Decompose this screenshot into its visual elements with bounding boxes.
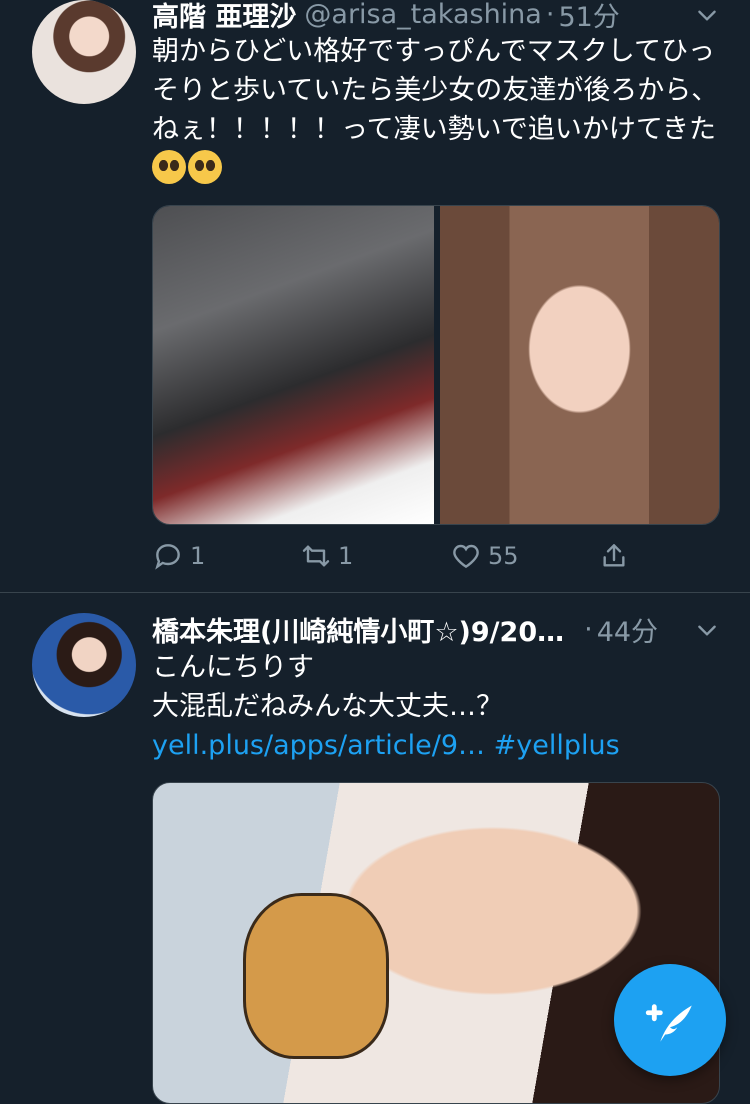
retweet-button[interactable]: 1 (300, 536, 353, 576)
tweet-text: こんにちりす 大混乱だねみんな大丈夫…？ yell.plus/apps/arti… (152, 648, 722, 765)
tweet-text: 朝からひどい格好ですっぴんでマスクしてひっそりと歩いていたら美少女の友達が後ろか… (152, 32, 722, 188)
pleading-face-emoji-icon (152, 150, 186, 184)
tweet-text-line: 大混乱だねみんな大丈夫…？ (152, 691, 503, 722)
chevron-down-icon[interactable] (694, 2, 720, 34)
chevron-down-icon[interactable] (694, 617, 720, 649)
timestamp[interactable]: 51分 (558, 0, 619, 34)
photo-escalator[interactable] (153, 206, 434, 524)
compose-tweet-button[interactable] (614, 964, 726, 1076)
share-button[interactable] (598, 536, 630, 576)
retweet-count: 1 (338, 542, 354, 570)
display-name[interactable]: 高階 亜理沙 (152, 0, 296, 34)
squirrel-keychain-image (243, 893, 389, 1059)
pleading-face-emoji-icon (188, 150, 222, 184)
display-name[interactable]: 橋本朱理(川崎純情小町☆)9/20… (152, 610, 564, 649)
compose-tweet-icon (645, 1004, 692, 1042)
like-icon (453, 544, 479, 569)
tweet-actions: 1 1 55 (152, 536, 632, 576)
like-button[interactable]: 55 (450, 536, 519, 576)
reply-icon (155, 544, 180, 570)
tweet-text-line: こんにちりす (152, 652, 314, 683)
tweet-link[interactable]: yell.plus/apps/article/9… (152, 730, 485, 761)
separator-dot: · (545, 0, 555, 30)
user-handle[interactable]: @arisa_takashina (304, 0, 541, 30)
share-icon (603, 544, 625, 567)
tweet[interactable]: 高階 亜理沙 @arisa_takashina · 51分 朝からひどい格好です… (0, 0, 750, 592)
reply-button[interactable]: 1 (152, 536, 205, 576)
tweet-header: 高階 亜理沙 @arisa_takashina · 51分 (152, 0, 620, 34)
separator-dot: · (584, 613, 593, 645)
avatar[interactable] (32, 613, 136, 717)
retweet-icon (302, 545, 330, 567)
reply-count: 1 (190, 542, 206, 570)
avatar[interactable] (32, 0, 136, 104)
hashtag-link[interactable]: #yellplus (494, 730, 620, 761)
like-count: 55 (488, 542, 519, 570)
timestamp[interactable]: 44分 (597, 610, 658, 649)
tweet-header: 橋本朱理(川崎純情小町☆)9/20… · 44分 (152, 610, 732, 649)
tweet-body: 朝からひどい格好ですっぴんでマスクしてひっそりと歩いていたら美少女の友達が後ろか… (152, 36, 719, 145)
photo-selfie[interactable] (440, 206, 719, 524)
tweet-media[interactable] (152, 205, 720, 525)
